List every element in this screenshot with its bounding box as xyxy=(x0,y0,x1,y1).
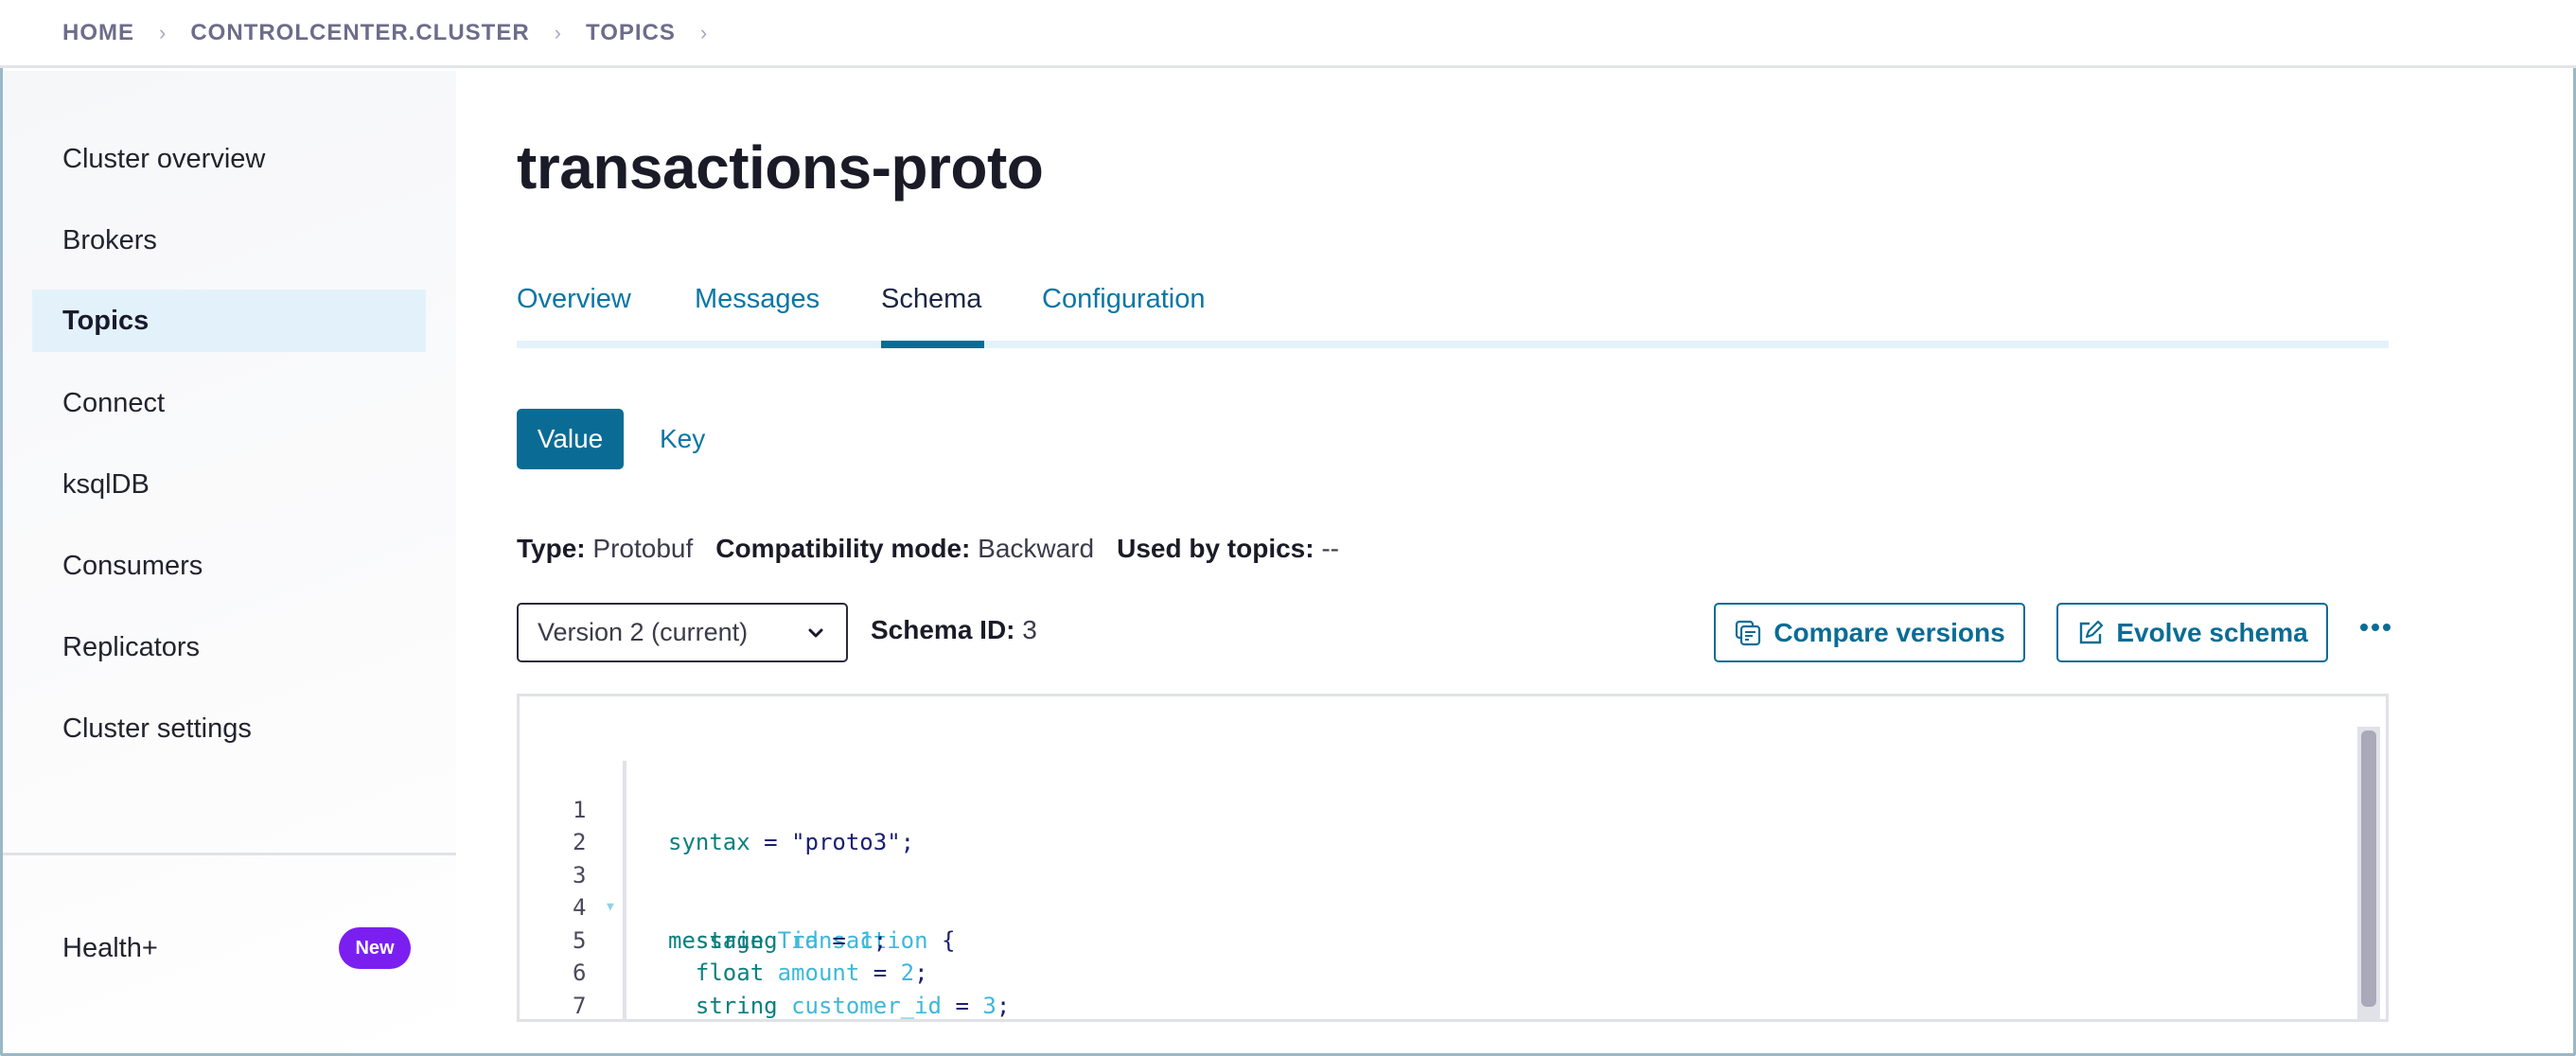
tab-schema[interactable]: Schema xyxy=(881,284,981,315)
code-line: 3 ▼ message Transaction { xyxy=(520,826,955,954)
evolve-schema-label: Evolve schema xyxy=(2116,617,2308,647)
compare-versions-button[interactable]: Compare versions xyxy=(1714,603,2025,662)
tab-overview[interactable]: Overview xyxy=(517,284,631,315)
edit-icon xyxy=(2080,620,2104,643)
code-line: 8 xyxy=(520,990,574,1020)
tab-active-indicator xyxy=(881,341,984,348)
breadcrumb-topics[interactable]: TOPICS xyxy=(586,20,676,46)
sidebar-item-brokers[interactable]: Brokers xyxy=(62,221,157,259)
sidebar: Cluster overview Brokers Topics Connect … xyxy=(3,71,456,1053)
new-badge: New xyxy=(339,927,411,969)
sidebar-item-topics[interactable]: Topics xyxy=(62,302,149,340)
chevron-right-icon: › xyxy=(699,20,708,44)
code-text: string customer_id = 3; xyxy=(695,992,1011,1019)
code-line: 7 } xyxy=(520,957,586,1019)
breadcrumb-cluster[interactable]: CONTROLCENTER.CLUSTER xyxy=(190,20,529,46)
chevron-down-icon xyxy=(808,628,823,638)
code-text: string id = 1; xyxy=(695,926,888,954)
code-line: 1 syntax = "proto3"; xyxy=(520,761,914,856)
chevron-right-icon: › xyxy=(159,20,167,44)
schema-meta: Type: Protobuf Compatibility mode: Backw… xyxy=(517,534,1339,564)
code-line: 5 float amount = 2; xyxy=(520,891,928,987)
code-line: 4 string id = 1; xyxy=(520,859,887,954)
editor-scrollbar-thumb[interactable] xyxy=(2361,730,2376,1007)
evolve-schema-button[interactable]: Evolve schema xyxy=(2056,603,2328,662)
schema-type-value: Protobuf xyxy=(592,534,694,563)
value-toggle-button[interactable]: Value xyxy=(517,409,624,469)
line-number: 3 xyxy=(573,861,587,889)
page-title: transactions-proto xyxy=(517,133,1044,202)
breadcrumb: HOME › CONTROLCENTER.CLUSTER › TOPICS › xyxy=(0,0,2576,68)
used-by-topics-label: Used by topics: xyxy=(1117,534,1314,563)
used-by-topics: Used by topics: -- xyxy=(1117,534,1339,564)
key-toggle-button[interactable]: Key xyxy=(660,409,705,469)
compatibility-mode-value: Backward xyxy=(978,534,1095,563)
code-text: syntax = "proto3"; xyxy=(668,829,915,855)
gutter-divider xyxy=(623,761,626,1019)
tab-messages[interactable]: Messages xyxy=(695,284,820,315)
sidebar-item-health-plus[interactable]: Health+ xyxy=(62,929,158,967)
sidebar-item-replicators[interactable]: Replicators xyxy=(62,628,200,666)
schema-id: Schema ID: 3 xyxy=(871,615,1037,645)
code-line: 2 xyxy=(520,794,586,855)
schema-type-label: Type: xyxy=(517,534,586,563)
line-number: 4 xyxy=(573,894,587,921)
compatibility-mode: Compatibility mode: Backward xyxy=(715,534,1094,564)
compatibility-mode-label: Compatibility mode: xyxy=(715,534,971,563)
used-by-topics-value: -- xyxy=(1321,534,1340,563)
version-select-value: Version 2 (current) xyxy=(538,618,749,646)
line-number: 6 xyxy=(573,959,587,986)
line-number: 2 xyxy=(573,829,587,855)
sidebar-divider xyxy=(3,853,456,855)
line-number: 7 xyxy=(573,992,587,1019)
breadcrumb-home[interactable]: HOME xyxy=(62,20,134,46)
fold-arrow-icon[interactable]: ▼ xyxy=(607,891,614,924)
tab-configuration[interactable]: Configuration xyxy=(1042,284,1206,315)
sidebar-item-cluster-settings[interactable]: Cluster settings xyxy=(62,710,252,748)
chevron-right-icon: › xyxy=(554,20,561,44)
line-number: 5 xyxy=(573,926,587,954)
tab-track xyxy=(517,341,2389,348)
code-line: 6 string customer_id = 3; xyxy=(520,924,1010,1019)
sidebar-item-cluster-overview[interactable]: Cluster overview xyxy=(62,140,265,178)
version-select[interactable]: Version 2 (current) xyxy=(517,603,848,662)
schema-code-editor[interactable]: 1 syntax = "proto3"; 2 3 ▼ message Trans… xyxy=(517,694,2389,1022)
schema-type: Type: Protobuf xyxy=(517,534,693,564)
sidebar-item-ksqldb[interactable]: ksqlDB xyxy=(62,466,150,503)
sidebar-item-connect[interactable]: Connect xyxy=(62,384,165,422)
compare-versions-label: Compare versions xyxy=(1773,617,2005,647)
line-number: 1 xyxy=(573,796,587,823)
schema-id-label: Schema ID: xyxy=(871,615,1015,644)
sidebar-item-consumers[interactable]: Consumers xyxy=(62,547,203,585)
compare-icon xyxy=(1736,620,1761,645)
more-horizontal-icon[interactable] xyxy=(2356,613,2394,642)
code-text: float amount = 2; xyxy=(695,959,928,986)
schema-id-value: 3 xyxy=(1022,615,1037,644)
